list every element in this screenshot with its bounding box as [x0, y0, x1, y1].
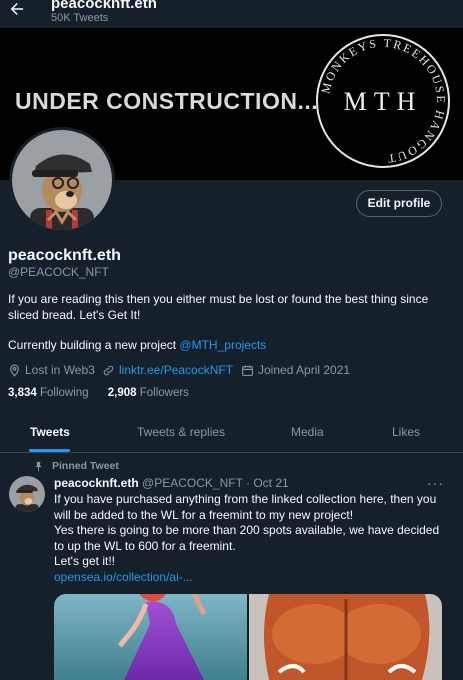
tab-media[interactable]: Media [291, 425, 324, 439]
profile-joined: Joined April 2021 [241, 362, 350, 378]
pinned-tweet-label: Pinned Tweet [33, 460, 119, 472]
followers-link[interactable]: 2,908 Followers [108, 387, 189, 399]
svg-text:MTH: MTH [344, 87, 423, 116]
back-arrow-icon[interactable] [8, 0, 26, 18]
profile-name: peacocknft.eth [8, 247, 121, 264]
tab-tweets-replies[interactable]: Tweets & replies [137, 425, 225, 439]
tweet-link[interactable]: opensea.io/collection/ai-... [54, 570, 449, 586]
mth-projects-link[interactable]: @MTH_projects [179, 338, 266, 352]
tab-likes[interactable]: Likes [392, 425, 420, 439]
header-tweet-count: 50K Tweets [51, 12, 109, 24]
profile-avatar[interactable] [9, 127, 115, 233]
tweet-header: peacocknft.eth @PEACOCK_NFT · Oct 21 [54, 476, 289, 490]
profile-bio-building: Currently building a new project @MTH_pr… [8, 338, 267, 352]
more-icon[interactable]: ··· [427, 475, 444, 491]
profile-stats: 3,834 Following 2,908 Followers [8, 387, 189, 399]
tab-tweets[interactable]: Tweets [30, 425, 70, 439]
tabs-divider [0, 452, 463, 453]
banner-text: UNDER CONSTRUCTION... [15, 88, 319, 114]
tweet-media[interactable] [54, 594, 442, 680]
tweet-text: If you have purchased anything from the … [54, 492, 449, 586]
tweet-avatar[interactable] [9, 476, 45, 512]
tweet-author-name[interactable]: peacocknft.eth [54, 476, 139, 490]
profile-handle: @PEACOCK_NFT [8, 265, 109, 279]
link-icon [103, 365, 114, 375]
header-title: peacocknft.eth [51, 0, 157, 12]
profile-header: peacocknft.eth 50K Tweets [0, 0, 463, 28]
edit-profile-button[interactable]: Edit profile [356, 190, 442, 217]
location-icon [10, 364, 19, 377]
tweet-handle-date[interactable]: @PEACOCK_NFT · Oct 21 [142, 476, 289, 490]
following-link[interactable]: 3,834 Following [8, 387, 89, 399]
calendar-icon [242, 365, 253, 376]
avatar-image [12, 130, 112, 230]
media-image-dress[interactable] [54, 594, 247, 680]
profile-bio: If you are reading this then you either … [8, 292, 429, 322]
profile-location: Lost in Web3 [8, 362, 95, 378]
profile-website[interactable]: linktr.ee/PeacockNFT [102, 362, 233, 378]
mth-logo: MONKEYS TREEHOUSE HANGOUT MTH [316, 34, 450, 168]
pin-icon [35, 461, 42, 472]
media-image-muscles[interactable] [249, 594, 442, 680]
